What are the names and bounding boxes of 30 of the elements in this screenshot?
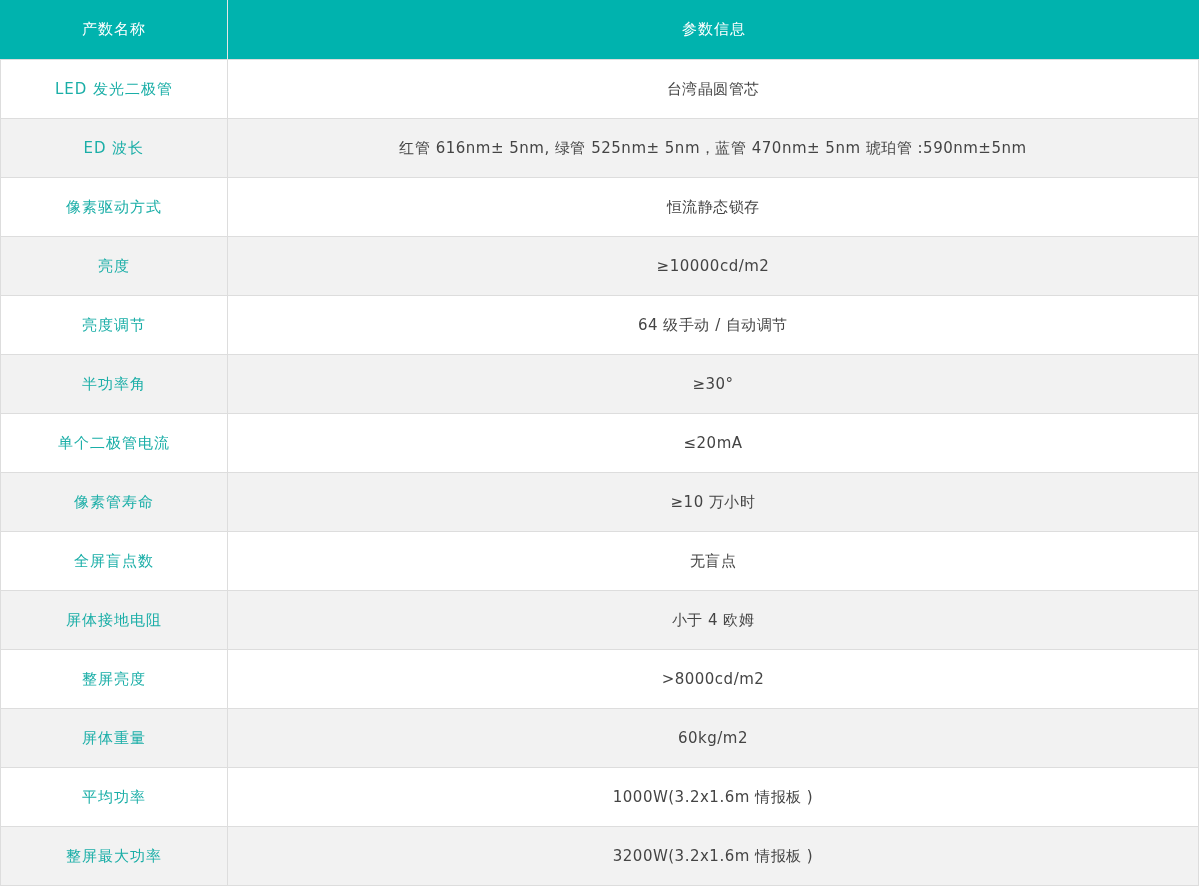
table-cell: 整屏亮度 [0,649,228,708]
table-cell: 像素驱动方式 [0,177,228,236]
table-cell: ED 波长 [0,118,228,177]
table-cell: 小于 4 欧姆 [228,590,1199,649]
table-cell: ≥30° [228,354,1199,413]
table-cell: 整屏最大功率 [0,826,228,885]
table-cell: 屏体接地电阻 [0,590,228,649]
table-cell: 64 级手动 / 自动调节 [228,295,1199,354]
table-cell: 台湾晶圆管芯 [228,59,1199,118]
table-cell: ≥10 万小时 [228,472,1199,531]
table-cell: 无盲点 [228,531,1199,590]
table-cell: 恒流静态锁存 [228,177,1199,236]
table-cell: LED 发光二极管 [0,59,228,118]
table-cell: 1000W(3.2x1.6m 情报板 ) [228,767,1199,826]
table-cell: 半功率角 [0,354,228,413]
table-cell: 平均功率 [0,767,228,826]
table-cell: 亮度 [0,236,228,295]
table-header-cell: 产数名称 [0,0,228,59]
table-cell: 红管 616nm± 5nm, 绿管 525nm± 5nm，蓝管 470nm± 5nm 琥珀管 :590nm±5nm [228,118,1199,177]
table-cell: 亮度调节 [0,295,228,354]
table-cell: >8000cd/m2 [228,649,1199,708]
table-cell: 像素管寿命 [0,472,228,531]
table-cell: 单个二极管电流 [0,413,228,472]
table-cell: 3200W(3.2x1.6m 情报板 ) [228,826,1199,885]
table-cell: 60kg/m2 [228,708,1199,767]
table-cell: 屏体重量 [0,708,228,767]
table-cell: ≥10000cd/m2 [228,236,1199,295]
table-header-cell: 参数信息 [228,0,1199,59]
table-cell: ≤20mA [228,413,1199,472]
table-cell: 全屏盲点数 [0,531,228,590]
